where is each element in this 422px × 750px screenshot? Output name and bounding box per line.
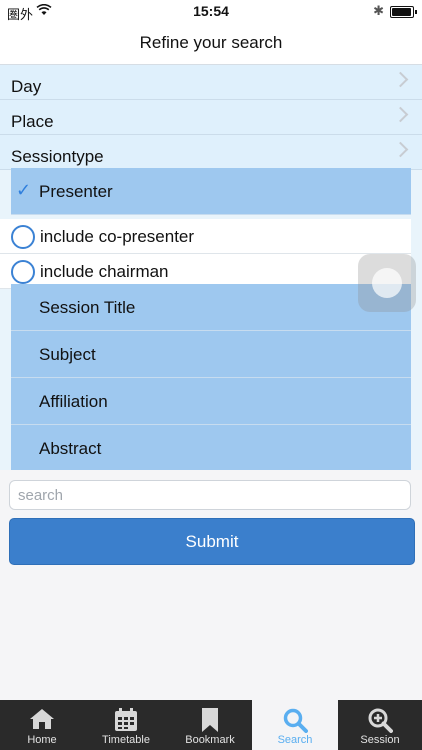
filter-label: Day: [11, 77, 42, 96]
navigation-bar: Refine your search: [0, 22, 422, 65]
tab-label: Session: [360, 734, 400, 746]
field-label: Affiliation: [39, 392, 108, 411]
search-area: Submit: [0, 470, 422, 700]
field-session-title[interactable]: Session Title: [11, 284, 411, 331]
option-co-presenter[interactable]: include co-presenter: [0, 219, 411, 254]
filter-label: Sessiontype: [11, 147, 104, 166]
bluetooth-icon: ✱: [373, 3, 384, 18]
tab-label: Bookmark: [185, 734, 235, 746]
radio-button[interactable]: [11, 260, 35, 284]
home-icon: [29, 707, 55, 736]
tab-home[interactable]: Home: [0, 700, 84, 750]
chevron-right-icon: [392, 71, 409, 88]
tab-bookmark[interactable]: Bookmark: [168, 700, 252, 750]
tab-session[interactable]: Session: [338, 700, 422, 750]
field-label: Abstract: [39, 439, 102, 458]
chevron-right-icon: [392, 141, 409, 158]
battery-icon: [390, 6, 417, 18]
field-label: Presenter: [39, 182, 113, 201]
submit-button[interactable]: Submit: [9, 518, 415, 565]
option-label: include co-presenter: [40, 227, 195, 246]
tab-bar: Home Timetable Bookmark Search Session: [0, 700, 422, 750]
field-label: Subject: [39, 345, 96, 364]
tab-search[interactable]: Search: [252, 700, 338, 750]
filter-label: Place: [11, 112, 54, 131]
field-label: Session Title: [39, 298, 136, 317]
field-abstract[interactable]: Abstract: [11, 425, 411, 472]
checkmark-icon: ✓: [16, 180, 32, 200]
tab-timetable[interactable]: Timetable: [84, 700, 168, 750]
tab-label: Timetable: [102, 734, 150, 746]
tab-label: Home: [27, 734, 57, 746]
filter-row-sessiontype[interactable]: Sessiontype: [0, 135, 422, 170]
field-presenter[interactable]: ✓ Presenter: [11, 168, 411, 215]
chevron-right-icon: [392, 106, 409, 123]
radio-button[interactable]: [11, 225, 35, 249]
search-input[interactable]: [9, 480, 411, 510]
field-subject[interactable]: Subject: [11, 331, 411, 378]
page-title: Refine your search: [139, 33, 283, 52]
tab-label: Search: [277, 734, 313, 746]
clock: 15:54: [193, 3, 229, 19]
filter-row-day[interactable]: Day: [0, 65, 422, 100]
status-bar: 圏外 15:54 ✱: [0, 0, 422, 22]
field-affiliation[interactable]: Affiliation: [11, 378, 411, 425]
filter-row-place[interactable]: Place: [0, 100, 422, 135]
option-label: include chairman: [40, 262, 169, 281]
assistive-touch-button[interactable]: [358, 254, 416, 312]
